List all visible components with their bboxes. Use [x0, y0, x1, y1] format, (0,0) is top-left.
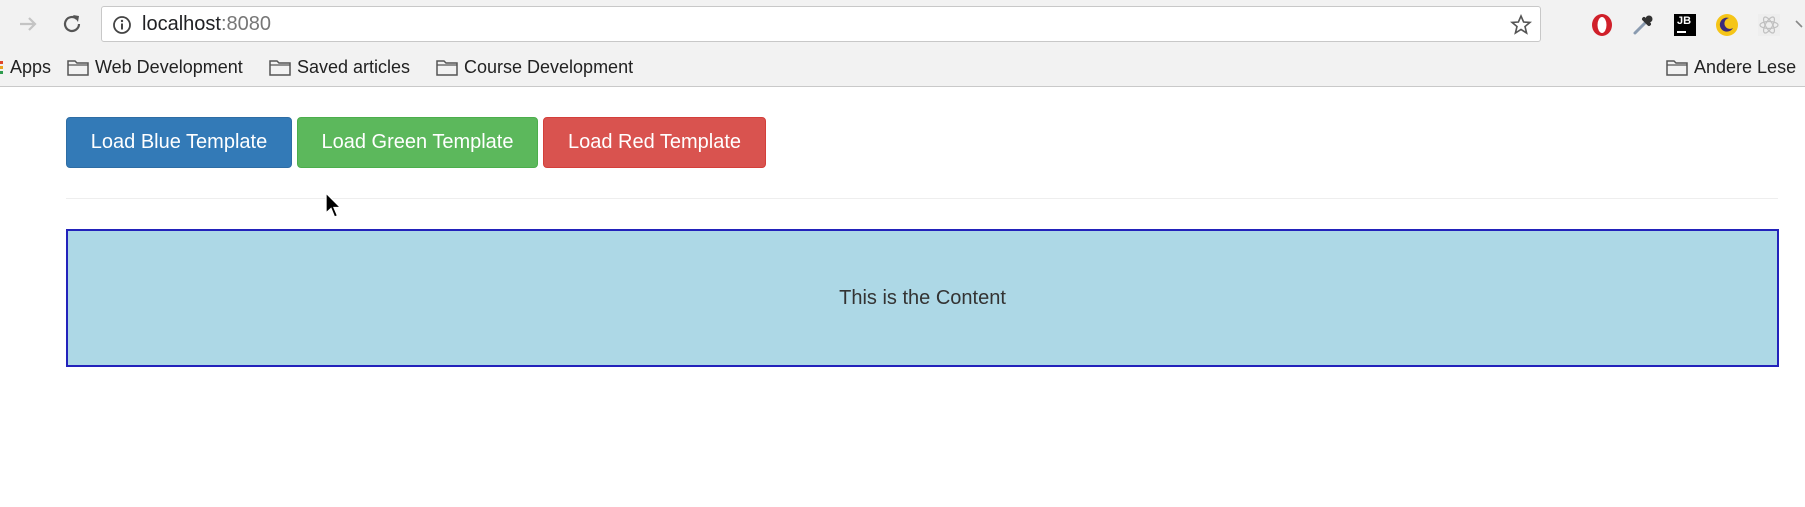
bookmark-label: Saved articles: [297, 56, 411, 77]
browser-toolbar: localhost:8080 JB: [0, 0, 1805, 49]
content-text: This is the Content: [839, 286, 1006, 309]
folder-icon: [1666, 60, 1688, 76]
bookmarks-bar: Apps Web Development Saved articles Cour…: [0, 49, 1805, 87]
bookmark-label: Course Development: [464, 56, 634, 77]
load-green-template-button[interactable]: Load Green Template: [297, 117, 538, 168]
address-bar[interactable]: localhost:8080: [101, 6, 1541, 42]
bookmark-apps[interactable]: Apps: [0, 49, 51, 85]
forward-button[interactable]: [14, 10, 42, 38]
menu-chevron-icon[interactable]: [1794, 12, 1805, 38]
address-url[interactable]: localhost:8080: [142, 7, 271, 41]
bookmark-label: Web Development: [95, 56, 243, 77]
bookmark-star-icon[interactable]: [1510, 14, 1532, 36]
load-red-template-button[interactable]: Load Red Template: [543, 117, 766, 168]
bookmark-apps-label: Apps: [10, 56, 52, 77]
load-blue-template-button[interactable]: Load Blue Template: [66, 117, 292, 168]
jb-label: JB: [1677, 15, 1692, 27]
url-port: :8080: [220, 13, 271, 35]
bookmark-folder-web-development[interactable]: Web Development: [67, 49, 243, 85]
bookmark-label: Andere Lese: [1694, 56, 1797, 77]
moon-extension-icon[interactable]: [1714, 12, 1740, 38]
url-host: localhost: [142, 13, 221, 35]
mouse-cursor-icon: [325, 192, 343, 218]
folder-icon: [67, 60, 89, 76]
content-panel: This is the Content: [66, 229, 1779, 367]
reload-icon: [63, 15, 81, 33]
info-icon[interactable]: [112, 15, 132, 35]
bookmark-folder-other[interactable]: Andere Lese: [1666, 49, 1796, 85]
opera-extension-icon[interactable]: [1589, 12, 1615, 38]
arrow-right-icon: [20, 17, 37, 31]
eyedropper-extension-icon[interactable]: [1630, 12, 1656, 38]
reload-button[interactable]: [58, 10, 86, 38]
horizontal-rule: [66, 198, 1778, 199]
bookmark-folder-course-development[interactable]: Course Development: [436, 49, 633, 85]
apps-grid-icon: [0, 61, 3, 74]
bookmark-folder-saved-articles[interactable]: Saved articles: [269, 49, 410, 85]
react-extension-icon[interactable]: [1756, 12, 1782, 38]
jb-extension-icon[interactable]: JB: [1672, 12, 1698, 38]
folder-icon: [269, 60, 291, 76]
folder-icon: [436, 60, 458, 76]
